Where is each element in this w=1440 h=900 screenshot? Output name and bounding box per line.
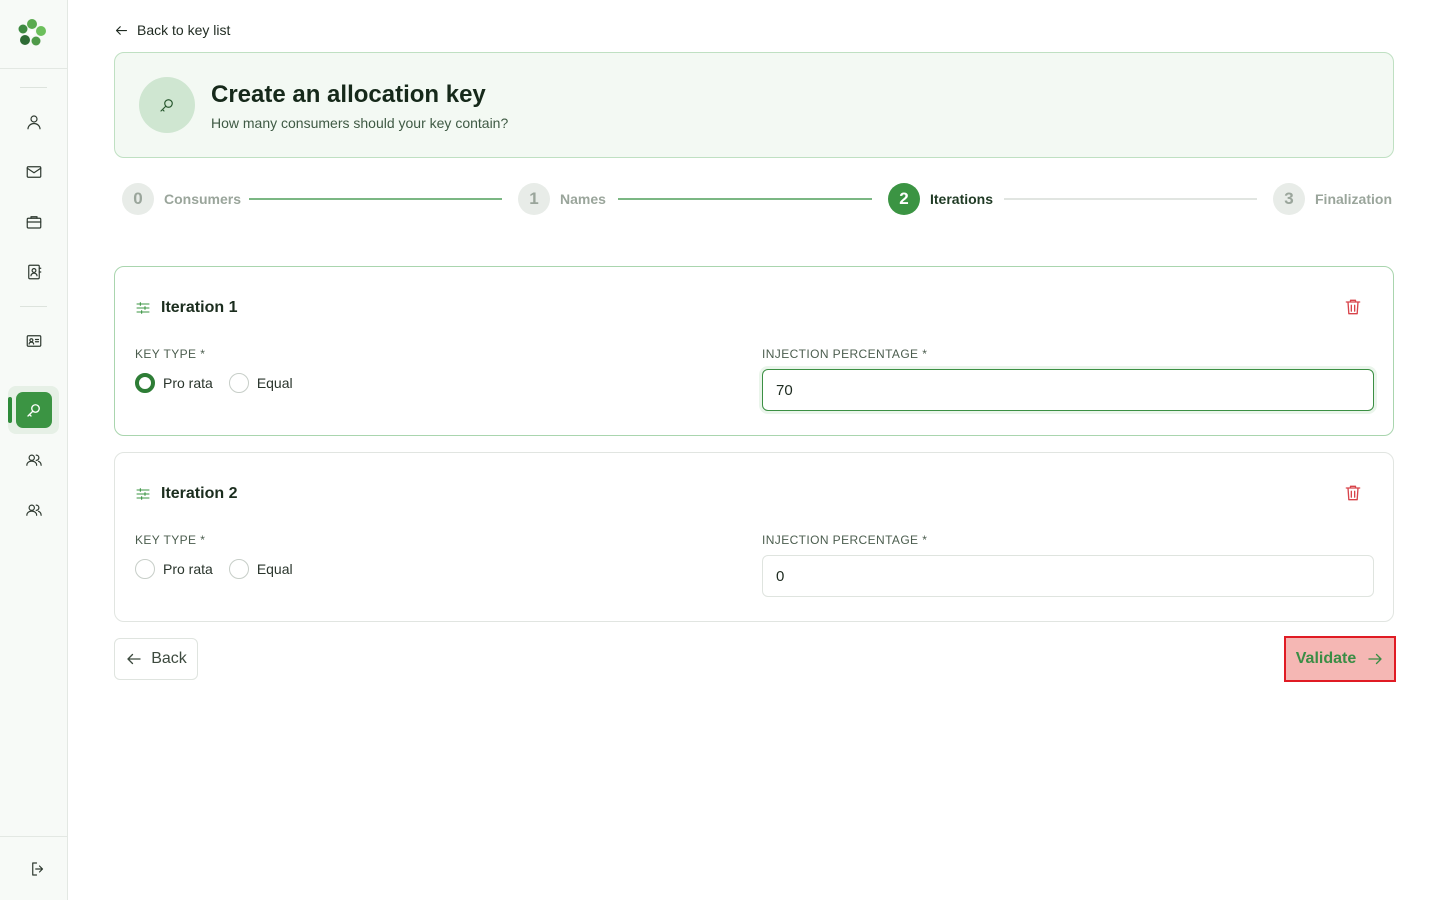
radio-label: Pro rata bbox=[163, 375, 213, 391]
trash-icon bbox=[1345, 299, 1361, 315]
step-iterations[interactable]: 2 Iterations bbox=[888, 183, 993, 215]
nav-identity[interactable] bbox=[14, 321, 54, 361]
step-number: 0 bbox=[122, 183, 154, 215]
key-type-label: KEY TYPE * bbox=[135, 533, 206, 547]
mail-icon bbox=[26, 166, 42, 178]
nav-allocation-keys[interactable] bbox=[16, 392, 52, 428]
step-label: Names bbox=[560, 191, 606, 207]
nav-consumers[interactable] bbox=[14, 440, 54, 480]
step-consumers[interactable]: 0 Consumers bbox=[122, 183, 241, 215]
radio-equal[interactable]: Equal bbox=[228, 373, 293, 393]
step-connector bbox=[1004, 198, 1257, 200]
iteration-title: Iteration 1 bbox=[161, 299, 238, 316]
iteration-card: Iteration 2 KEY TYPE * Pro rata Equal IN… bbox=[114, 452, 1394, 622]
nav-active-indicator bbox=[8, 397, 12, 423]
nav-contacts[interactable] bbox=[14, 252, 54, 292]
sidebar-divider bbox=[0, 836, 68, 837]
group-icon bbox=[26, 504, 42, 516]
injection-percentage-label: INJECTION PERCENTAGE * bbox=[762, 533, 928, 547]
page-title: Create an allocation key bbox=[211, 81, 486, 108]
sidebar-separator bbox=[20, 87, 47, 88]
radio-label: Pro rata bbox=[163, 561, 213, 577]
back-button[interactable]: Back bbox=[114, 638, 198, 680]
contact-book-icon bbox=[28, 264, 42, 280]
sidebar bbox=[0, 0, 68, 900]
step-label: Iterations bbox=[930, 191, 994, 207]
radio-equal[interactable]: Equal bbox=[228, 559, 293, 579]
delete-iteration-button[interactable] bbox=[1343, 297, 1363, 317]
radio-label: Equal bbox=[256, 561, 293, 577]
key-type-radio-group: Pro rata Equal bbox=[135, 559, 309, 579]
injection-percentage-input[interactable]: 70 bbox=[762, 369, 1374, 411]
step-number: 2 bbox=[888, 183, 920, 215]
step-connector bbox=[249, 198, 502, 200]
step-label: Finalization bbox=[1315, 191, 1392, 207]
key-icon bbox=[160, 99, 173, 112]
injection-percentage-input[interactable]: 0 bbox=[762, 555, 1374, 597]
radio-circle[interactable] bbox=[135, 373, 155, 393]
iteration-header: Iteration 1 bbox=[135, 299, 237, 317]
step-connector bbox=[618, 198, 872, 200]
sidebar-separator bbox=[20, 306, 47, 307]
radio-circle[interactable] bbox=[135, 559, 155, 579]
page-subtitle: How many consumers should your key conta… bbox=[211, 115, 509, 131]
nav-users[interactable] bbox=[14, 102, 54, 142]
validate-button-label: Validate bbox=[1295, 650, 1357, 667]
key-type-label: KEY TYPE * bbox=[135, 347, 206, 361]
logout-button[interactable] bbox=[18, 849, 58, 889]
iteration-card: Iteration 1 KEY TYPE * Pro rata Equal IN… bbox=[114, 266, 1394, 436]
nav-messages[interactable] bbox=[14, 152, 54, 192]
arrow-left-icon bbox=[127, 653, 141, 665]
nav-projects[interactable] bbox=[14, 202, 54, 242]
step-number: 1 bbox=[518, 183, 550, 215]
sidebar-divider bbox=[0, 68, 68, 69]
injection-percentage-label: INJECTION PERCENTAGE * bbox=[762, 347, 928, 361]
back-to-key-list-label: Back to key list bbox=[137, 22, 231, 38]
step-names[interactable]: 1 Names bbox=[518, 183, 606, 215]
nav-producers[interactable] bbox=[14, 490, 54, 530]
iteration-header: Iteration 2 bbox=[135, 485, 237, 503]
trash-icon bbox=[1345, 485, 1361, 501]
stepper: 0 Consumers 1 Names 2 Iterations 3 Final… bbox=[114, 178, 1394, 220]
header-icon-circle bbox=[139, 77, 195, 133]
briefcase-icon bbox=[26, 216, 42, 229]
iteration-title: Iteration 2 bbox=[161, 485, 238, 502]
group-icon bbox=[26, 454, 42, 466]
step-number: 3 bbox=[1273, 183, 1305, 215]
clover-logo[interactable] bbox=[17, 18, 47, 48]
radio-circle[interactable] bbox=[228, 373, 249, 393]
step-label: Consumers bbox=[164, 191, 242, 207]
user-icon bbox=[27, 115, 41, 130]
key-type-radio-group: Pro rata Equal bbox=[135, 373, 309, 393]
delete-iteration-button[interactable] bbox=[1343, 483, 1363, 503]
arrow-left-icon bbox=[115, 25, 128, 35]
back-button-label: Back bbox=[151, 650, 187, 667]
id-card-icon bbox=[26, 335, 42, 347]
back-to-key-list-link[interactable]: Back to key list bbox=[114, 20, 230, 40]
sliders-icon bbox=[136, 488, 150, 500]
validate-button[interactable]: Validate bbox=[1284, 636, 1396, 682]
page-header: Create an allocation key How many consum… bbox=[114, 52, 1394, 158]
radio-pro-rata[interactable]: Pro rata bbox=[135, 373, 213, 393]
radio-pro-rata[interactable]: Pro rata bbox=[135, 559, 213, 579]
radio-circle[interactable] bbox=[228, 559, 249, 579]
step-finalization[interactable]: 3 Finalization bbox=[1273, 183, 1392, 215]
sliders-icon bbox=[136, 302, 150, 314]
arrow-right-icon bbox=[1368, 653, 1382, 665]
radio-label: Equal bbox=[256, 375, 293, 391]
key-icon bbox=[27, 404, 40, 417]
logout-icon bbox=[32, 862, 44, 876]
